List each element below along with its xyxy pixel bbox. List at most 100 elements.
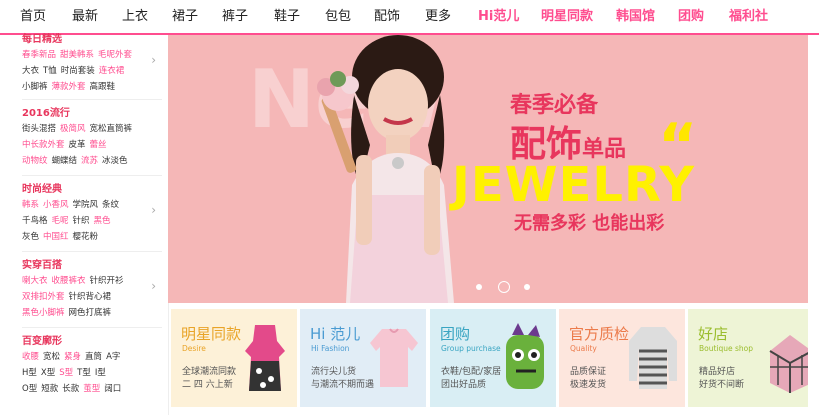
category-link[interactable]: 小香风 xyxy=(43,200,69,210)
category-sidebar: 每日精选 春季新品 甜美韩系 毛呢外套 大衣 T恤 时尚套装 连衣裙 小脚裤 薄款外套 高跟鞋… xyxy=(8,33,169,415)
category-link[interactable]: 针织 xyxy=(73,216,90,226)
nav-more[interactable]: 更多 xyxy=(425,0,451,34)
category-link[interactable]: 长款 xyxy=(62,384,79,394)
section-title[interactable]: 时尚经典 xyxy=(22,183,162,197)
carousel-dot-active[interactable] xyxy=(498,281,510,293)
category-link[interactable]: T型 xyxy=(77,368,91,378)
category-link[interactable]: 宽松直筒裤 xyxy=(90,124,133,134)
category-link[interactable]: 蕾丝 xyxy=(90,140,107,150)
category-link[interactable]: 毛呢 xyxy=(52,216,69,226)
nav-pants[interactable]: 裤子 xyxy=(222,0,248,34)
category-link[interactable]: 薄款外套 xyxy=(52,82,86,92)
chevron-right-icon[interactable]: › xyxy=(151,203,156,217)
nav-welfare[interactable]: 福利社 xyxy=(729,0,768,34)
nav-hi-fashion[interactable]: Hi范儿 xyxy=(478,0,519,34)
carousel-dot[interactable] xyxy=(524,284,530,290)
section-title[interactable]: 2016流行 xyxy=(22,107,162,121)
card-group-buy[interactable]: 团购 Group purchase 衣鞋/包配/家居 团出好品质 xyxy=(430,309,556,407)
nav-group-buy[interactable]: 团购 xyxy=(678,0,704,34)
category-link[interactable]: 双排扣外套 xyxy=(22,292,65,302)
nav-korea-hall[interactable]: 韩国馆 xyxy=(616,0,655,34)
category-link[interactable]: 中长款外套 xyxy=(22,140,65,150)
category-link[interactable]: 阔口 xyxy=(104,384,121,394)
section-title[interactable]: 每日精选 xyxy=(22,33,162,47)
category-link[interactable]: 高跟鞋 xyxy=(90,82,116,92)
category-link[interactable]: 小脚裤 xyxy=(22,82,48,92)
category-link[interactable]: 紧身 xyxy=(64,352,81,362)
category-link[interactable]: 毛呢外套 xyxy=(98,50,132,60)
category-link[interactable]: 皮革 xyxy=(69,140,86,150)
category-link[interactable]: 蝴蝶结 xyxy=(52,156,78,166)
divider xyxy=(22,175,162,176)
category-link[interactable]: I型 xyxy=(95,368,106,378)
nav-star-style[interactable]: 明星同款 xyxy=(541,0,593,34)
category-link[interactable]: 针织开衫 xyxy=(90,276,124,286)
category-link[interactable]: 大衣 xyxy=(22,66,39,76)
nav-accessories[interactable]: 配饰 xyxy=(374,0,400,34)
category-link[interactable]: 黑色 xyxy=(94,216,111,226)
category-link[interactable]: 条纹 xyxy=(102,200,119,210)
category-link[interactable]: 收腰 xyxy=(22,352,39,362)
section-title[interactable]: 实穿百搭 xyxy=(22,259,162,273)
card-desc: 品质保证 xyxy=(570,367,607,377)
card-star-style[interactable]: 明星同款 Desire 全球潮流同款 二 四 六上新 xyxy=(171,309,297,407)
category-link[interactable]: S型 xyxy=(59,368,73,378)
category-link[interactable]: 针织背心裙 xyxy=(69,292,112,302)
category-link[interactable]: 时尚套装 xyxy=(61,66,95,76)
category-link[interactable]: H型 xyxy=(22,368,37,378)
category-link[interactable]: 黑色小脚裤 xyxy=(22,308,65,318)
category-link[interactable]: 千鸟格 xyxy=(22,216,48,226)
hero-banner[interactable]: New 春季必备 配饰单品 “ JEWELRY 无需多彩 也能出彩 xyxy=(168,35,808,303)
category-link[interactable]: 学院风 xyxy=(73,200,99,210)
sidebar-section-silhouette: 百变廓形 收腰 宽松 紧身 直筒 A字 H型 X型 S型 T型 I型 O型 短款 长款 茧型 阔口 xyxy=(22,335,162,397)
card-boutique-shop[interactable]: 好店 Boutique shop 精品好店 好货不间断 xyxy=(688,309,808,407)
nav-tops[interactable]: 上衣 xyxy=(122,0,148,34)
category-link[interactable]: 连衣裙 xyxy=(99,66,125,76)
chevron-right-icon[interactable]: › xyxy=(151,279,156,293)
top-navigation: 首页 最新 上衣 裙子 裤子 鞋子 包包 配饰 更多 Hi范儿 明星同款 韩国馆… xyxy=(0,0,819,34)
nav-bags[interactable]: 包包 xyxy=(325,0,351,34)
card-subtitle: Desire xyxy=(182,344,206,353)
category-link[interactable]: 极简风 xyxy=(60,124,86,134)
card-title: 官方质检 xyxy=(569,325,630,343)
category-link[interactable]: 短款 xyxy=(41,384,58,394)
category-link[interactable]: A字 xyxy=(106,352,120,362)
category-link[interactable]: 灰色 xyxy=(22,232,39,242)
category-link[interactable]: 甜美韩系 xyxy=(60,50,94,60)
category-link[interactable]: 韩系 xyxy=(22,200,39,210)
category-link[interactable]: 街头混搭 xyxy=(22,124,56,134)
chevron-right-icon[interactable]: › xyxy=(151,53,156,67)
card-desc: 全球潮流同款 xyxy=(182,367,237,377)
category-link[interactable]: 网色打底裤 xyxy=(69,308,112,318)
card-subtitle: Boutique shop xyxy=(699,344,754,353)
category-link[interactable]: 春季新品 xyxy=(22,50,56,60)
carousel-indicators xyxy=(472,281,542,293)
category-link[interactable]: 冰淡色 xyxy=(102,156,128,166)
card-hi-fashion[interactable]: Hi 范儿 Hi Fashion 流行尖儿货 与潮流不期而遇 xyxy=(300,309,426,407)
section-title[interactable]: 百变廓形 xyxy=(22,335,162,349)
card-desc: 与潮流不期而遇 xyxy=(311,380,375,390)
nav-shoes[interactable]: 鞋子 xyxy=(274,0,300,34)
monster-backpack-icon xyxy=(506,323,544,389)
category-link[interactable]: 宽松 xyxy=(43,352,60,362)
category-link[interactable]: 收腰裤衣 xyxy=(52,276,86,286)
divider xyxy=(22,327,162,328)
nav-home[interactable]: 首页 xyxy=(20,0,46,34)
category-link[interactable]: 中国红 xyxy=(43,232,69,242)
banner-jewelry-title: JEWELRY xyxy=(452,157,696,213)
sidebar-section-2016-trend: 2016流行 街头混搭 极简风 宽松直筒裤 中长款外套 皮革 蕾丝 动物纹 蝴蝶结 流苏 冰淡… xyxy=(22,107,162,169)
category-link[interactable]: 流苏 xyxy=(81,156,98,166)
category-link[interactable]: 樱花粉 xyxy=(73,232,99,242)
carousel-dot[interactable] xyxy=(476,284,482,290)
category-link[interactable]: O型 xyxy=(22,384,37,394)
category-link[interactable]: 喇大衣 xyxy=(22,276,48,286)
card-quality-check[interactable]: 官方质检 Quality 品质保证 极速发货 xyxy=(559,309,685,407)
card-title: 好店 xyxy=(698,325,729,343)
category-link[interactable]: 茧型 xyxy=(83,384,100,394)
category-link[interactable]: X型 xyxy=(41,368,55,378)
category-link[interactable]: 直筒 xyxy=(85,352,102,362)
nav-newest[interactable]: 最新 xyxy=(72,0,98,34)
category-link[interactable]: T恤 xyxy=(43,66,57,76)
category-link[interactable]: 动物纹 xyxy=(22,156,48,166)
nav-skirts[interactable]: 裙子 xyxy=(172,0,198,34)
